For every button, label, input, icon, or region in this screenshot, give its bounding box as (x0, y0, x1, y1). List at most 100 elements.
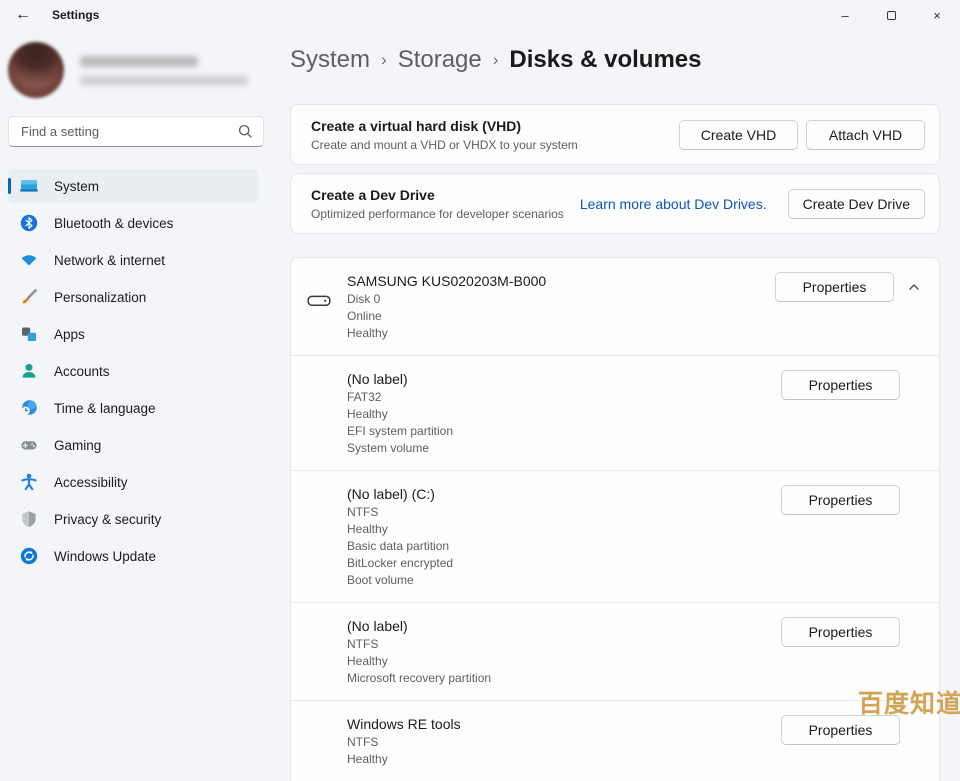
vhd-card-titles: Create a virtual hard disk (VHD) Create … (311, 116, 679, 153)
sidebar-item-label: Windows Update (54, 549, 156, 564)
volume-info: (No label) FAT32 Healthy EFI system part… (347, 368, 781, 457)
sidebar-item-bluetooth-devices[interactable]: Bluetooth & devices (8, 206, 258, 240)
main-content: System › Storage › Disks & volumes Creat… (290, 30, 940, 781)
sidebar-item-accessibility[interactable]: Accessibility (8, 465, 258, 499)
sidebar-item-apps[interactable]: Apps (8, 317, 258, 351)
create-vhd-button[interactable]: Create VHD (679, 120, 798, 150)
dev-drive-learn-more-link[interactable]: Learn more about Dev Drives. (580, 196, 767, 212)
bluetooth-icon (19, 213, 39, 233)
breadcrumb-system[interactable]: System (290, 46, 370, 74)
time-language-icon (19, 398, 39, 418)
sidebar: System Bluetooth & devices Network & int… (0, 30, 282, 722)
sidebar-item-windows-update[interactable]: Windows Update (8, 539, 258, 573)
sidebar-item-label: Gaming (54, 438, 101, 453)
accessibility-icon (19, 472, 39, 492)
apps-icon (19, 324, 39, 344)
vhd-card-subtitle: Create and mount a VHD or VHDX to your s… (311, 137, 679, 153)
disk-icon (291, 270, 347, 309)
minimize-icon[interactable]: – (822, 0, 868, 30)
volume-info: (No label) NTFS Healthy Microsoft recove… (347, 615, 781, 687)
avatar (8, 42, 64, 98)
disk-properties-button[interactable]: Properties (775, 272, 894, 302)
sidebar-item-label: Network & internet (54, 253, 165, 268)
volume-detail: Microsoft recovery partition (347, 670, 781, 687)
sidebar-item-network-internet[interactable]: Network & internet (8, 243, 258, 277)
privacy-shield-icon (19, 509, 39, 529)
titlebar: ← Settings – × (0, 0, 960, 30)
window-controls: – × (822, 0, 960, 30)
sidebar-item-privacy-security[interactable]: Privacy & security (8, 502, 258, 536)
volume-info: Windows RE tools NTFS Healthy (347, 713, 781, 768)
volume-row: Windows RE tools NTFS Healthy Properties (291, 700, 939, 781)
dev-drive-card-subtitle: Optimized performance for developer scen… (311, 206, 580, 222)
create-dev-drive-button[interactable]: Create Dev Drive (788, 189, 925, 219)
dev-drive-card: Create a Dev Drive Optimized performance… (290, 173, 940, 234)
close-icon[interactable]: × (914, 0, 960, 30)
volume-properties-button[interactable]: Properties (781, 485, 900, 515)
personalization-brush-icon (19, 287, 39, 307)
volume-properties-button[interactable]: Properties (781, 617, 900, 647)
volume-detail: System volume (347, 440, 781, 457)
volume-info: (No label) (C:) NTFS Healthy Basic data … (347, 483, 781, 589)
sidebar-item-system[interactable]: System (8, 169, 258, 203)
disk-info: SAMSUNG KUS020203M-B000 Disk 0 Online He… (347, 270, 775, 342)
sidebar-nav: System Bluetooth & devices Network & int… (8, 169, 272, 576)
sidebar-item-label: Privacy & security (54, 512, 161, 527)
sidebar-item-label: Bluetooth & devices (54, 216, 173, 231)
disk-header-actions: Properties (775, 270, 925, 302)
vhd-card: Create a virtual hard disk (VHD) Create … (290, 104, 940, 165)
volume-detail: NTFS (347, 504, 781, 521)
volume-detail: Boot volume (347, 572, 781, 589)
search-icon (237, 123, 254, 145)
breadcrumb-storage[interactable]: Storage (398, 46, 482, 74)
search-input[interactable] (8, 116, 264, 147)
disk-detail: Disk 0 (347, 291, 775, 308)
sidebar-item-label: System (54, 179, 99, 194)
volume-name: (No label) (347, 368, 781, 389)
gaming-gamepad-icon (19, 435, 39, 455)
volume-detail: NTFS (347, 636, 781, 653)
sidebar-item-label: Accessibility (54, 475, 128, 490)
user-email-redacted (80, 76, 248, 85)
volume-row: (No label) NTFS Healthy Microsoft recove… (291, 602, 939, 700)
app-title: Settings (52, 8, 99, 22)
sidebar-item-time-language[interactable]: Time & language (8, 391, 258, 425)
volume-detail: Healthy (347, 751, 781, 768)
vhd-card-title: Create a virtual hard disk (VHD) (311, 116, 679, 136)
volume-detail: FAT32 (347, 389, 781, 406)
volume-detail: Basic data partition (347, 538, 781, 555)
volume-name: Windows RE tools (347, 713, 781, 734)
disk-detail: Online (347, 308, 775, 325)
sidebar-item-label: Accounts (54, 364, 110, 379)
sidebar-item-personalization[interactable]: Personalization (8, 280, 258, 314)
windows-update-icon (19, 546, 39, 566)
accounts-icon (19, 361, 39, 381)
disk-name: SAMSUNG KUS020203M-B000 (347, 270, 775, 291)
volume-name: (No label) (347, 615, 781, 636)
sidebar-item-gaming[interactable]: Gaming (8, 428, 258, 462)
breadcrumb: System › Storage › Disks & volumes (290, 46, 940, 82)
back-arrow-icon[interactable]: ← (8, 3, 38, 27)
volume-properties-button[interactable]: Properties (781, 370, 900, 400)
dev-drive-card-title: Create a Dev Drive (311, 185, 580, 205)
maximize-icon[interactable] (868, 0, 914, 30)
user-profile[interactable] (8, 42, 272, 98)
attach-vhd-button[interactable]: Attach VHD (806, 120, 925, 150)
disk-header-row: SAMSUNG KUS020203M-B000 Disk 0 Online He… (291, 258, 939, 355)
dev-drive-card-titles: Create a Dev Drive Optimized performance… (311, 185, 580, 222)
sidebar-item-accounts[interactable]: Accounts (8, 354, 258, 388)
system-icon (19, 176, 39, 196)
breadcrumb-separator-icon: › (493, 50, 499, 70)
chevron-up-icon[interactable] (903, 276, 925, 298)
breadcrumb-separator-icon: › (381, 50, 387, 70)
volume-detail: Healthy (347, 521, 781, 538)
volume-detail: Healthy (347, 653, 781, 670)
disk-detail: Healthy (347, 325, 775, 342)
volume-detail: Healthy (347, 406, 781, 423)
search-box (8, 116, 264, 147)
volume-row: (No label) (C:) NTFS Healthy Basic data … (291, 470, 939, 602)
sidebar-item-label: Time & language (54, 401, 156, 416)
user-meta (80, 56, 248, 85)
maximize-glyph (887, 11, 896, 20)
volume-detail: EFI system partition (347, 423, 781, 440)
